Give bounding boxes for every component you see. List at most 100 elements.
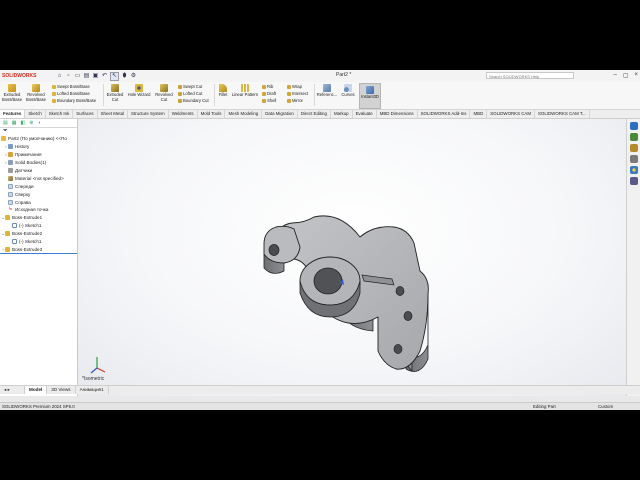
extruded-boss-button[interactable]: Extruded Boss/Base xyxy=(2,84,22,103)
tab-features[interactable]: Features xyxy=(0,110,26,118)
tree-item-front-plane[interactable]: Спереди xyxy=(0,182,77,190)
property-manager-tab-icon[interactable]: ▦ xyxy=(12,120,17,126)
tab-model[interactable]: Model xyxy=(25,386,48,394)
intersect-button[interactable]: Intersect xyxy=(287,91,308,96)
tree-item-annotations[interactable]: › Примечания xyxy=(0,151,77,159)
boundary-cut-button[interactable]: Boundary Cut xyxy=(178,98,209,103)
fillet-button[interactable]: Fillet xyxy=(216,84,230,98)
display-manager-tab-icon[interactable]: ◑ xyxy=(37,120,40,126)
bore-feature[interactable] xyxy=(313,267,343,295)
tree-item-boss-extrude2[interactable]: ⌄ Boss-Extrude2 xyxy=(0,230,77,238)
units-selector[interactable]: Custom xyxy=(598,404,613,409)
new-icon[interactable]: ▫ xyxy=(65,73,72,80)
open-icon[interactable]: ▭ xyxy=(74,73,81,80)
linear-pattern-button[interactable]: Linear Pattern xyxy=(231,84,259,98)
plane-icon xyxy=(8,199,13,205)
save-icon[interactable]: ▣ xyxy=(92,73,99,80)
tree-item-origin[interactable]: ↳ Исходная точка xyxy=(0,206,77,214)
configuration-tab-icon[interactable]: ◧ xyxy=(20,120,25,126)
tab-surfaces[interactable]: Surfaces xyxy=(73,110,98,118)
extruded-cut-icon xyxy=(111,84,119,92)
tree-item-boss-extrude1[interactable]: ⌄ Boss-Extrude1 xyxy=(0,214,77,222)
tab-solidworks-cam[interactable]: SOLIDWORKS CAM xyxy=(487,110,535,118)
tab-solidworks-cam-tbm[interactable]: SOLIDWORKS CAM T... xyxy=(535,110,590,118)
loft-icon xyxy=(52,91,56,96)
hole-wizard-button[interactable]: Hole Wizard xyxy=(127,84,151,98)
shell-button[interactable]: Shell xyxy=(262,98,276,103)
boundary-boss-button[interactable]: Boundary Boss/Base xyxy=(52,98,96,103)
solidworks-resources-icon[interactable] xyxy=(629,122,638,130)
hole-feature[interactable] xyxy=(268,244,280,256)
maximize-icon[interactable]: ▢ xyxy=(623,72,629,79)
tab-markup[interactable]: Markup xyxy=(331,110,353,118)
undo-icon[interactable]: ↶ xyxy=(101,73,108,80)
annotations-icon xyxy=(8,152,13,158)
hole-feature[interactable] xyxy=(395,286,405,296)
file-explorer-icon[interactable] xyxy=(629,144,638,152)
tab-weldments[interactable]: Weldments xyxy=(169,110,198,118)
instant3d-button[interactable]: Instant3D xyxy=(359,83,381,109)
options-icon[interactable]: ⚙ xyxy=(130,73,137,80)
search-input[interactable]: Search SOLIDWORKS Help xyxy=(486,72,574,79)
part-model[interactable] xyxy=(78,119,627,396)
feature-tree-tab-icon[interactable]: ▤ xyxy=(3,120,8,126)
minimize-icon[interactable]: – xyxy=(613,72,616,79)
tab-sketch[interactable]: Sketch xyxy=(25,110,46,118)
tab-animation[interactable]: Анимация1 xyxy=(76,386,109,394)
graphics-area[interactable]: *Isometric xyxy=(78,119,627,396)
tab-sheet-metal[interactable]: Sheet Metal xyxy=(98,110,129,118)
tab-nav-arrows[interactable]: ◂ ▸ xyxy=(0,386,25,394)
tree-item-sensors[interactable]: Датчики xyxy=(0,167,77,175)
revolved-cut-button[interactable]: Revolved Cut xyxy=(153,84,175,103)
tree-item-material[interactable]: Material <not specified> xyxy=(0,174,77,182)
swept-cut-button[interactable]: Swept Cut xyxy=(178,84,202,89)
tree-item-history[interactable]: › History xyxy=(0,143,77,151)
tab-mold-tools[interactable]: Mold Tools xyxy=(198,110,226,118)
hole-wizard-icon xyxy=(135,84,143,92)
close-icon[interactable]: × xyxy=(634,72,638,79)
tab-data-migration[interactable]: Data Migration xyxy=(262,110,298,118)
appearances-icon[interactable] xyxy=(629,166,638,174)
tab-mesh-modeling[interactable]: Mesh Modeling xyxy=(225,110,263,118)
mirror-button[interactable]: Mirror xyxy=(287,98,303,103)
extruded-cut-button[interactable]: Extruded Cut xyxy=(105,84,125,103)
lofted-boss-button[interactable]: Lofted Boss/Base xyxy=(52,91,90,96)
tab-mbd-dimensions[interactable]: MBD Dimensions xyxy=(377,110,418,118)
hole-feature[interactable] xyxy=(403,311,413,321)
tab-structure-system[interactable]: Structure System xyxy=(128,110,169,118)
rib-button[interactable]: Rib xyxy=(262,84,273,89)
dimxpert-tab-icon[interactable]: ⊕ xyxy=(29,120,33,126)
view-palette-icon[interactable] xyxy=(629,155,638,163)
tree-item-top-plane[interactable]: Сверху xyxy=(0,190,77,198)
curves-button[interactable]: Curves xyxy=(339,84,357,98)
draft-button[interactable]: Draft xyxy=(262,91,276,96)
tab-sketch-ink[interactable]: Sketch Ink xyxy=(46,110,74,118)
filter-icon[interactable]: ⏷ xyxy=(0,128,77,135)
reference-geometry-button[interactable]: Referenc... xyxy=(316,84,338,98)
custom-properties-icon[interactable] xyxy=(629,177,638,185)
view-orientation-label: *Isometric xyxy=(82,376,105,382)
tree-item-right-plane[interactable]: Справа xyxy=(0,198,77,206)
revolved-boss-button[interactable]: Revolved Boss/Base xyxy=(25,84,47,103)
solid-bodies-icon xyxy=(8,160,13,166)
sketch-icon xyxy=(12,223,17,229)
lofted-cut-button[interactable]: Lofted Cut xyxy=(178,91,202,96)
print-icon[interactable]: ▤ xyxy=(83,73,90,80)
tab-3d-views[interactable]: 3D Views xyxy=(47,386,76,394)
rebuild-icon[interactable]: ⬮ xyxy=(121,73,128,80)
home-icon[interactable]: ⌂ xyxy=(56,73,63,80)
tree-item-solid-bodies[interactable]: › Solid Bodies(1) xyxy=(0,159,77,167)
tab-solidworks-addins[interactable]: SOLIDWORKS Add-Ins xyxy=(418,110,471,118)
tree-item-boss-extrude3[interactable]: › Boss-Extrude3 xyxy=(0,245,77,255)
tab-mbd[interactable]: MBD xyxy=(470,110,488,118)
tab-evaluate[interactable]: Evaluate xyxy=(353,110,377,118)
tab-direct-editing[interactable]: Direct Editing xyxy=(298,110,331,118)
tree-item-sketch1-2[interactable]: (-) Sketch1 xyxy=(0,238,77,246)
wrap-button[interactable]: Wrap xyxy=(287,84,302,89)
tree-root[interactable]: Part2 (По умолчанию) <<По xyxy=(0,135,77,143)
swept-boss-button[interactable]: Swept Boss/Base xyxy=(52,84,90,89)
hole-feature[interactable] xyxy=(393,344,403,354)
tree-item-sketch1[interactable]: (-) Sketch1 xyxy=(0,222,77,230)
select-icon[interactable]: ↖ xyxy=(110,71,119,81)
design-library-icon[interactable] xyxy=(629,133,638,141)
